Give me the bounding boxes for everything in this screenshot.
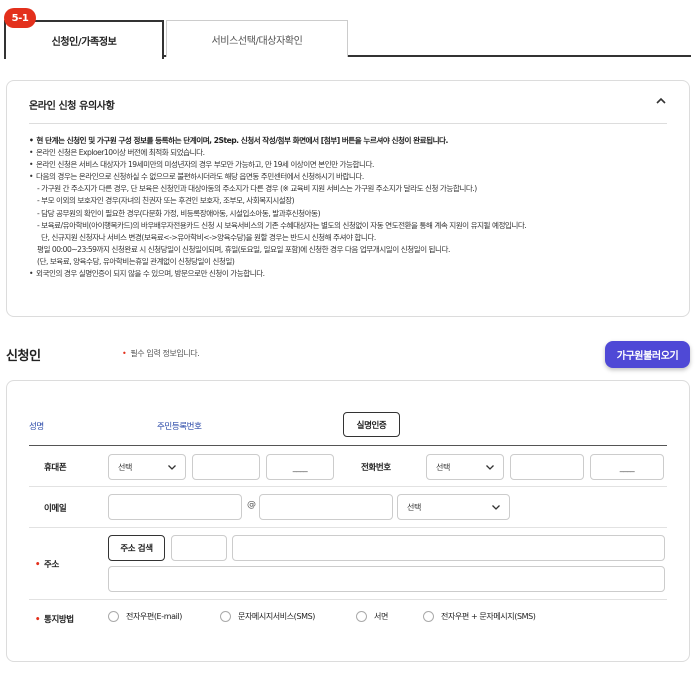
required-note: • 필수 입력 정보입니다.	[122, 348, 200, 359]
notify-label-text: 통지방법	[44, 615, 74, 625]
applicant-form: 성명 주민등록번호 실명인증 휴대폰 선택 ____ 전화번호 선택 ____ …	[6, 380, 690, 662]
email-domain-input[interactable]	[259, 494, 393, 520]
mobile-prefix-value: 선택	[118, 462, 132, 472]
notify-option-label: 문자메시지서비스(SMS)	[238, 612, 315, 621]
email-at-sign: @	[247, 500, 256, 510]
notice-line: 현 단계는 신청인 및 가구원 구성 정보를 등록하는 단계이며, 2Step.…	[29, 135, 669, 147]
notice-line: - 보육료/유아학비(아이행복카드)의 바우배우자전용카드 신청 시 보육서비스…	[37, 220, 527, 230]
rrn-label: 주민등록번호	[157, 422, 202, 432]
notify-option-email-sms[interactable]: 전자우편 + 문자메시지(SMS)	[423, 611, 536, 622]
address-detail-input[interactable]	[108, 566, 665, 592]
email-domain-select[interactable]: 선택	[397, 494, 510, 520]
tab-service-selection[interactable]: 서비스선택/대상자확인	[166, 20, 348, 57]
chevron-up-icon[interactable]	[651, 91, 671, 111]
required-note-text: 필수 입력 정보입니다.	[130, 349, 200, 358]
zipcode-input[interactable]	[171, 535, 227, 561]
radio-circle[interactable]	[356, 611, 367, 622]
notice-line: 외국인의 경우 실명인증이 되지 않을 수 있으며, 방문으로만 신청이 가능합…	[29, 268, 669, 280]
address-label-text: 주소	[44, 560, 59, 570]
required-dot: •	[35, 560, 41, 570]
divider	[29, 445, 667, 446]
mobile-last-placeholder: ____	[292, 462, 308, 472]
notice-line: 평일 00:00~23:59까지 신청완료 시 신청당일이 신청일이되며, 휴일…	[37, 244, 450, 254]
phone-label: 전화번호	[361, 463, 391, 473]
divider	[29, 486, 667, 487]
notify-option-label: 서면	[374, 612, 388, 621]
notice-line: - 담당 공무원의 확인이 필요한 경우(다문화 가정, 비등록장애아동, 시설…	[37, 208, 321, 218]
address-search-button[interactable]: 주소 검색	[108, 535, 165, 561]
notice-line: - 부모 이외의 보호자인 경우(자녀의 친권자 또는 후견인 보호자, 조부모…	[37, 196, 295, 206]
address-label: • 주소	[35, 558, 59, 570]
notify-option-paper[interactable]: 서면	[356, 611, 388, 622]
divider	[29, 599, 667, 600]
radio-circle[interactable]	[423, 611, 434, 622]
notice-line: (단, 보육료, 양육수당, 유아학비는휴일 관계없이 신청당일이 신청일)	[37, 256, 235, 266]
email-id-input[interactable]	[108, 494, 242, 520]
notice-divider	[29, 123, 667, 124]
phone-last-placeholder: ____	[619, 462, 635, 472]
notice-line: 다음의 경우는 온라인으로 신청하실 수 없으므로 불편하시더라도 해당 읍면동…	[29, 171, 669, 183]
section-title-applicant: 신청인	[6, 349, 41, 364]
tab-bar: 신청인/가족정보 서비스선택/대상자확인	[4, 20, 691, 59]
email-label: 이메일	[44, 504, 67, 514]
notice-line: - 가구원 간 주소지가 다른 경우, 단 보육은 신청인과 대상아동의 주소지…	[37, 184, 477, 194]
notify-option-label: 전자우편 + 문자메시지(SMS)	[441, 612, 536, 621]
name-label: 성명	[29, 422, 44, 432]
notice-line: 온라인 신청은 서비스 대상자가 19세미만의 미성년자의 경우 부모만 가능하…	[29, 159, 669, 171]
notify-option-email[interactable]: 전자우편(E-mail)	[108, 611, 182, 622]
phone-last-input[interactable]: ____	[590, 454, 664, 480]
radio-circle[interactable]	[108, 611, 119, 622]
radio-circle[interactable]	[220, 611, 231, 622]
mobile-last-input[interactable]: ____	[266, 454, 334, 480]
phone-prefix-value: 선택	[436, 462, 450, 472]
notice-line: 단, 신규지원 신청자나 서비스 변경(보육료<->유아학비<->양육수당)을 …	[41, 232, 376, 242]
required-dot: •	[35, 615, 41, 625]
mobile-prefix-select[interactable]: 선택	[108, 454, 186, 480]
notify-option-label: 전자우편(E-mail)	[126, 612, 182, 621]
phone-prefix-select[interactable]: 선택	[426, 454, 504, 480]
load-household-button[interactable]: 가구원불러오기	[605, 341, 690, 368]
notice-title: 온라인 신청 유의사항	[29, 101, 115, 112]
notify-option-sms[interactable]: 문자메시지서비스(SMS)	[220, 611, 315, 622]
required-dot: •	[122, 349, 127, 358]
chevron-down-icon	[168, 465, 176, 470]
mobile-middle-input[interactable]	[192, 454, 260, 480]
chevron-down-icon	[486, 465, 494, 470]
phone-middle-input[interactable]	[510, 454, 584, 480]
divider	[29, 527, 667, 528]
real-name-auth-button[interactable]: 실명인증	[343, 412, 400, 437]
email-domain-value: 선택	[407, 502, 421, 512]
address-main-input[interactable]	[232, 535, 665, 561]
notice-list: 현 단계는 신청인 및 가구원 구성 정보를 등록하는 단계이며, 2Step.…	[29, 135, 669, 280]
chevron-down-icon	[492, 505, 500, 510]
step-badge: 5-1	[4, 8, 36, 28]
notice-panel: 온라인 신청 유의사항 현 단계는 신청인 및 가구원 구성 정보를 등록하는 …	[6, 80, 690, 317]
notice-line: 온라인 신청은 Exploer10이상 버전에 최적화 되었습니다.	[29, 147, 669, 159]
mobile-label: 휴대폰	[44, 463, 67, 473]
notify-label: • 통지방법	[35, 613, 74, 625]
